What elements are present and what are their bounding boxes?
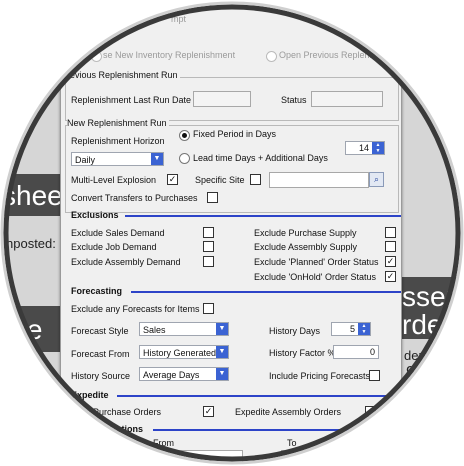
- from-label: From: [153, 438, 174, 448]
- from-field[interactable]: [121, 450, 243, 464]
- exclude-purchase-supply-checkbox[interactable]: [385, 227, 396, 238]
- specific-site-checkbox[interactable]: [250, 174, 261, 185]
- chevron-down-icon[interactable]: ▼: [216, 346, 228, 358]
- chevron-down-icon[interactable]: ▼: [216, 368, 228, 380]
- history-source-value: Average Days: [143, 370, 200, 380]
- exclude-forecasts-checkbox[interactable]: [203, 303, 214, 314]
- replenishment-dialog: mpt se New Inventory Replenishment Open …: [60, 2, 402, 464]
- new-replenishment-radio[interactable]: [91, 51, 102, 62]
- magnifier-lens: shee nposted: ure ssem rde ders 9 mpt se …: [2, 2, 462, 464]
- history-factor-label: History Factor %: [269, 348, 336, 358]
- background-banner-left-1: shee: [2, 174, 63, 216]
- history-days-spinner[interactable]: 5 ▲ ▼: [331, 322, 371, 336]
- forecast-from-select[interactable]: History Generated ▼: [139, 345, 229, 359]
- search-icon[interactable]: ⌕: [369, 172, 384, 187]
- forecasting-heading: Forecasting: [71, 286, 123, 296]
- horizon-days-spinner[interactable]: 14 ▲ ▼: [345, 141, 385, 155]
- exclude-purchase-supply-label: Exclude Purchase Supply: [254, 228, 357, 238]
- exclude-job-checkbox[interactable]: [203, 241, 214, 252]
- to-label: To: [287, 438, 297, 448]
- exclude-assembly-demand-checkbox[interactable]: [203, 256, 214, 267]
- background-label-left: nposted:: [6, 236, 56, 251]
- previous-run-group-label: revious Replenishment Run: [67, 70, 180, 80]
- history-days-value: 5: [349, 324, 355, 334]
- history-factor-field[interactable]: 0: [333, 345, 379, 359]
- dialog-title: mpt: [171, 14, 187, 24]
- background-label-right-1: ders: [404, 348, 430, 363]
- new-replenishment-label[interactable]: se New Inventory Replenishment: [103, 50, 235, 60]
- forecast-style-label: Forecast Style: [71, 326, 129, 336]
- chevron-down-icon[interactable]: ▼: [151, 153, 163, 165]
- include-pricing-checkbox[interactable]: [369, 370, 380, 381]
- forecast-from-value: History Generated: [143, 348, 217, 358]
- background-label-right-2: 9: [406, 364, 415, 381]
- history-source-label: History Source: [71, 371, 131, 381]
- selection-heading: ction Options: [85, 424, 143, 434]
- expedite-purchase-checkbox[interactable]: ✓: [203, 406, 214, 417]
- forecasting-divider: [131, 291, 401, 293]
- selection-divider: [153, 429, 401, 431]
- forecast-style-value: Sales: [143, 325, 166, 335]
- spin-arrows-icon[interactable]: ▲ ▼: [358, 323, 370, 335]
- open-previous-radio[interactable]: [266, 51, 277, 62]
- exclude-forecasts-label: Exclude any Forecasts for Items: [71, 304, 200, 314]
- specific-site-field[interactable]: [269, 172, 369, 188]
- specific-site-label: Specific Site: [195, 175, 245, 185]
- expedite-assembly-checkbox[interactable]: ✓: [365, 406, 376, 417]
- exclude-planned-label: Exclude 'Planned' Order Status: [254, 257, 379, 267]
- lead-time-label[interactable]: Lead time Days + Additional Days: [193, 153, 328, 163]
- multi-level-checkbox[interactable]: ✓: [167, 174, 178, 185]
- expedite-divider: [117, 395, 401, 397]
- horizon-label: Replenishment Horizon: [71, 136, 165, 146]
- exclude-onhold-label: Exclude 'OnHold' Order Status: [254, 272, 376, 282]
- history-source-select[interactable]: Average Days ▼: [139, 367, 229, 381]
- history-days-label: History Days: [269, 326, 321, 336]
- expedite-heading: Expedite: [71, 390, 109, 400]
- exclude-assembly-supply-label: Exclude Assembly Supply: [254, 242, 358, 252]
- include-pricing-label: Include Pricing Forecasts: [269, 371, 371, 381]
- to-field[interactable]: [281, 450, 383, 464]
- background-banner-right-2-text: rde: [402, 309, 443, 340]
- chevron-down-icon[interactable]: ▼: [216, 323, 228, 335]
- horizon-select-value: Daily: [75, 155, 96, 165]
- last-run-date-field: [193, 91, 251, 107]
- expedite-purchase-label: edite Purchase Orders: [71, 407, 162, 417]
- exclude-job-label: Exclude Job Demand: [71, 242, 157, 252]
- convert-transfers-label: Convert Transfers to Purchases: [71, 193, 198, 203]
- background-banner-right-1: ssem rde: [400, 277, 462, 339]
- exclude-assembly-supply-checkbox[interactable]: [385, 241, 396, 252]
- convert-transfers-checkbox[interactable]: [207, 192, 218, 203]
- spin-arrows-icon[interactable]: ▲ ▼: [372, 142, 384, 154]
- background-banner-right-1-text: ssem: [402, 281, 462, 312]
- background-banner-left-2: ure: [2, 306, 62, 352]
- fixed-period-radio[interactable]: [179, 130, 190, 141]
- last-run-date-label: Replenishment Last Run Date: [71, 95, 192, 105]
- horizon-select[interactable]: Daily ▼: [71, 152, 164, 166]
- exclude-sales-checkbox[interactable]: [203, 227, 214, 238]
- expedite-assembly-label: Expedite Assembly Orders: [235, 407, 342, 417]
- forecast-from-label: Forecast From: [71, 349, 130, 359]
- exclude-planned-checkbox[interactable]: ✓: [385, 256, 396, 267]
- status-label: Status: [281, 95, 307, 105]
- status-field: [311, 91, 383, 107]
- new-run-group-label: New Replenishment Run: [67, 118, 169, 128]
- history-factor-value: 0: [369, 347, 375, 357]
- exclude-assembly-demand-label: Exclude Assembly Demand: [71, 257, 181, 267]
- exclusions-heading: Exclusions: [71, 210, 119, 220]
- horizon-days-value: 14: [358, 143, 369, 153]
- lead-time-radio[interactable]: [179, 153, 190, 164]
- fixed-period-label[interactable]: Fixed Period in Days: [193, 129, 276, 139]
- exclusions-divider: [125, 215, 401, 217]
- open-previous-label[interactable]: Open Previous Replenis: [279, 50, 376, 60]
- exclude-onhold-checkbox[interactable]: ✓: [385, 271, 396, 282]
- forecast-style-select[interactable]: Sales ▼: [139, 322, 229, 336]
- multi-level-label: Multi-Level Explosion: [71, 175, 157, 185]
- exclude-sales-label: Exclude Sales Demand: [71, 228, 165, 238]
